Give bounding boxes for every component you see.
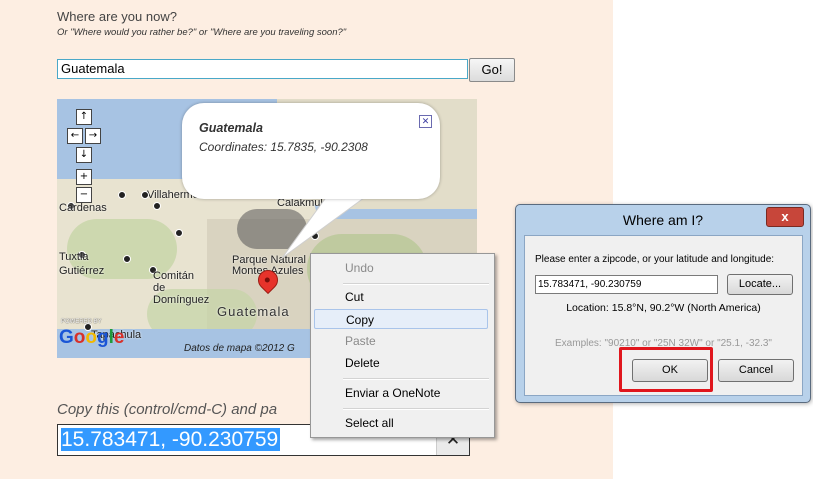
map-city-dot: [153, 202, 161, 210]
dialog-prompt: Please enter a zipcode, or your latitude…: [535, 254, 775, 265]
copy-instruction: Copy this (control/cmd-C) and pa: [57, 401, 278, 418]
question-subtitle: Or "Where would you rather be?" or "Wher…: [57, 27, 347, 38]
popup-close-icon[interactable]: ✕: [419, 115, 432, 128]
pan-down-button[interactable]: ↓: [76, 147, 92, 163]
zoom-in-button[interactable]: +: [76, 169, 92, 185]
map-place-label: Tuxtla: [59, 251, 89, 263]
google-logo-letter: G: [59, 327, 74, 348]
pan-left-button[interactable]: ←: [67, 128, 83, 144]
map-place-label: Cardenas: [59, 202, 107, 214]
coordinates-selected-text[interactable]: 15.783471, -90.230759: [61, 428, 281, 451]
map-city-dot: [175, 229, 183, 237]
cancel-button[interactable]: Cancel: [718, 359, 794, 382]
menu-item-paste[interactable]: Paste: [314, 331, 488, 351]
locate-button[interactable]: Locate...: [727, 274, 793, 295]
location-input[interactable]: Guatemala: [57, 59, 468, 79]
map-attribution[interactable]: Datos de mapa ©2012 G: [184, 343, 295, 354]
ok-button-highlight: [619, 347, 713, 392]
google-logo-letter: e: [113, 327, 125, 348]
menu-item-select-all[interactable]: Select all: [314, 413, 488, 433]
pan-right-button[interactable]: →: [85, 128, 101, 144]
google-logo-letter: o: [85, 327, 97, 348]
map-place-label: de: [153, 282, 166, 294]
dialog-location-text: Location: 15.8°N, 90.2°W (North America): [566, 302, 761, 314]
go-button[interactable]: Go!: [469, 58, 515, 82]
map-city-dot: [118, 191, 126, 199]
google-logo[interactable]: Google: [59, 327, 124, 349]
menu-item-copy[interactable]: Copy: [314, 309, 488, 329]
menu-item-undo[interactable]: Undo: [314, 258, 488, 278]
map-country-label: Guatemala: [217, 304, 290, 319]
map-info-popup: Guatemala Coordinates: 15.7835, -90.2308…: [182, 103, 440, 199]
popup-title: Guatemala: [199, 121, 263, 135]
google-logo-letter: g: [97, 327, 109, 348]
pan-up-button[interactable]: ↑: [76, 109, 92, 125]
dialog-close-icon[interactable]: x: [766, 207, 804, 227]
menu-separator: [343, 408, 489, 410]
powered-by-label: POWERED BY: [61, 319, 102, 325]
map-place-label: Gutiérrez: [59, 265, 105, 277]
popup-coordinates: Coordinates: 15.7835, -90.2308: [199, 140, 368, 154]
map-city-dot: [141, 191, 149, 199]
map-place-label: Comitán: [153, 270, 194, 282]
menu-item-send-to-onenote[interactable]: Enviar a OneNote: [314, 383, 488, 403]
zoom-out-button[interactable]: −: [76, 187, 92, 203]
menu-separator: [343, 378, 489, 380]
menu-separator: [343, 283, 489, 285]
context-menu: Undo Cut Copy Paste Delete Enviar a OneN…: [310, 253, 495, 438]
question-title: Where are you now?: [57, 9, 177, 24]
menu-item-delete[interactable]: Delete: [314, 353, 488, 373]
google-logo-letter: o: [73, 327, 86, 348]
map-city-dot: [311, 232, 319, 240]
latlong-input[interactable]: 15.783471, -90.230759: [535, 275, 718, 294]
map-city-dot: [123, 255, 131, 263]
map-terrain-shadow: [237, 209, 307, 249]
menu-item-cut[interactable]: Cut: [314, 287, 488, 307]
map-place-label: Domínguez: [153, 294, 210, 306]
